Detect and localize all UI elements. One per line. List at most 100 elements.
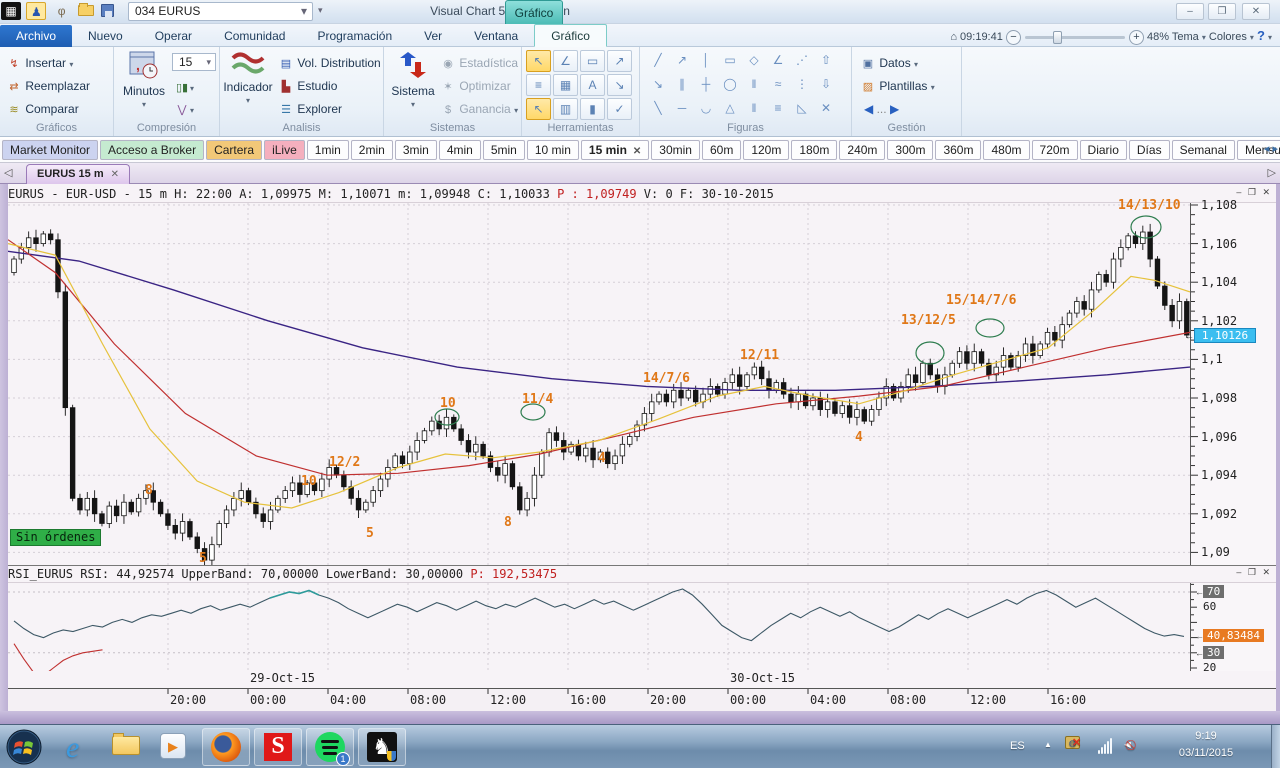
restore-button[interactable]: ❐ <box>1208 3 1236 20</box>
explorer-folder-icon[interactable] <box>112 736 144 768</box>
home-icon[interactable]: ⌂ <box>950 31 957 43</box>
filter-button[interactable]: ⋁▾ <box>174 99 194 119</box>
apply-tool-icon[interactable]: ✓ <box>607 98 632 120</box>
network-icon[interactable]: ◍✕ <box>1065 736 1081 749</box>
quick-access-customize-icon[interactable]: ▾ <box>318 5 323 16</box>
datos-button[interactable]: ▣ Datos ▾ <box>860 53 918 73</box>
timeframe-240m[interactable]: 240m <box>839 140 885 160</box>
date[interactable]: 03/11/2015 <box>1160 747 1252 759</box>
horizontal-line-tool-icon[interactable]: ─ <box>671 98 693 120</box>
line-tool-icon[interactable]: ╱ <box>647 50 669 72</box>
zoom-rect-tool-icon[interactable]: ▭ <box>580 50 605 72</box>
arrow-up-tool-icon[interactable]: ⇧ <box>815 50 837 72</box>
timeframe-180m[interactable]: 180m <box>791 140 837 160</box>
prev-page-icon[interactable]: ◀ <box>864 102 873 116</box>
chevron-down-icon[interactable]: ▾ <box>1202 33 1206 42</box>
timeframe-5min[interactable]: 5min <box>483 140 525 160</box>
zoom-out-button[interactable]: − <box>1006 30 1021 45</box>
sistema-button[interactable]: Sistema▾ <box>387 50 439 118</box>
parallel-vertical-tool-icon[interactable]: ‖ <box>743 74 765 96</box>
timeframe-diario[interactable]: Diario <box>1080 140 1127 160</box>
comparar-button[interactable]: ≋ Comparar <box>6 99 79 119</box>
measure-tool-icon[interactable]: ▦ <box>553 74 578 96</box>
timeframe-60m[interactable]: 60m <box>702 140 741 160</box>
ray-tool-icon[interactable]: ╲ <box>647 98 669 120</box>
ribbon-tab-programación[interactable]: Programación <box>301 25 408 48</box>
timeframe-cartera[interactable]: Cartera <box>206 140 262 160</box>
timeframe-3min[interactable]: 3min <box>395 140 437 160</box>
tab-scroll-left-icon[interactable]: ◁ <box>4 166 12 179</box>
crossed-segments-tool-icon[interactable]: ✕ <box>815 98 837 120</box>
text-tool-icon[interactable]: A <box>580 74 605 96</box>
timeframe-2min[interactable]: 2min <box>351 140 393 160</box>
percent-lines-tool-icon[interactable]: ⋮ <box>791 74 813 96</box>
zoom-in-button[interactable]: + <box>1129 30 1144 45</box>
ribbon-tab-gráfico[interactable]: Gráfico <box>534 24 607 47</box>
timeframe-720m[interactable]: 720m <box>1032 140 1078 160</box>
s-app-taskbar-button[interactable]: S <box>254 728 302 766</box>
signal-strength-icon[interactable] <box>1098 738 1113 754</box>
tab-scroll-right-icon[interactable]: ▷ <box>1268 166 1276 179</box>
insertar-button[interactable]: ↯ Insertar ▾ <box>6 53 73 73</box>
close-button[interactable]: ✕ <box>1242 3 1270 20</box>
panel-lines-tool-icon[interactable]: ≡ <box>526 74 551 96</box>
fan-arcs-tool-icon[interactable]: ≈ <box>767 74 789 96</box>
timeframe-ilive[interactable]: iLive <box>264 140 305 160</box>
trend-line-tool-icon[interactable]: ↗ <box>671 50 693 72</box>
hidden-icons-icon[interactable]: ▲ <box>1044 740 1052 749</box>
minutos-button[interactable]: , Minutos▾ <box>118 50 170 118</box>
rhombus-tool-icon[interactable]: ◇ <box>743 50 765 72</box>
timeframe-15-min[interactable]: 15 min✕ <box>581 140 649 160</box>
histogram-tool-icon[interactable]: ▥ <box>553 98 578 120</box>
volume-tool-icon[interactable]: ▮ <box>580 98 605 120</box>
close-timeframe-icon[interactable]: ✕ <box>633 146 641 157</box>
expand-tool-icon[interactable]: ↗ <box>607 50 632 72</box>
indicador-button[interactable]: Indicador▾ <box>222 50 274 118</box>
timeframe-30min[interactable]: 30min <box>651 140 700 160</box>
firefox-taskbar-button[interactable] <box>202 728 250 766</box>
ribbon-tab-operar[interactable]: Operar <box>139 25 208 48</box>
scroll-right-icon[interactable]: ▸ <box>1272 143 1278 155</box>
timeframe-10-min[interactable]: 10 min <box>527 140 579 160</box>
help-button[interactable]: ? <box>1257 28 1265 43</box>
show-desktop-button[interactable] <box>1271 725 1280 768</box>
rsi-pane-window-buttons[interactable]: ‒ ❐ ✕ <box>1236 567 1272 578</box>
timeframe-120m[interactable]: 120m <box>743 140 789 160</box>
context-tab-grafico[interactable]: Gráfico <box>505 0 563 24</box>
parallel-lines-tool-icon[interactable]: ∥ <box>671 74 693 96</box>
timeframe-4min[interactable]: 4min <box>439 140 481 160</box>
spotify-taskbar-button[interactable]: 1 <box>306 728 354 766</box>
price-chart[interactable] <box>8 203 1190 565</box>
media-player-icon[interactable]: ▶ <box>160 733 192 765</box>
bar-type-button[interactable]: ▯▮▾ <box>174 77 194 97</box>
document-selector[interactable]: 034 EURUS▾ <box>128 2 313 21</box>
key-icon[interactable]: φ <box>52 2 72 20</box>
timeframe-semanal[interactable]: Semanal <box>1172 140 1235 160</box>
volume-muted-icon[interactable]: ◄⃠ <box>1122 739 1133 751</box>
timeframe-market-monitor[interactable]: Market Monitor <box>2 140 98 160</box>
session-icon[interactable]: ♟ <box>26 2 46 20</box>
rsi-axis[interactable]: 70←6040,83484←30←20 <box>1190 583 1276 671</box>
plantillas-button[interactable]: ▨ Plantillas ▾ <box>860 76 935 96</box>
chevron-down-icon[interactable]: ▾ <box>1250 33 1254 42</box>
close-tab-icon[interactable]: ✕ <box>111 169 119 180</box>
start-button[interactable] <box>6 729 43 766</box>
timeframe-días[interactable]: Días <box>1129 140 1170 160</box>
pointer-tool-icon[interactable]: ↖ <box>526 50 551 72</box>
timeframe-acceso-a-broker[interactable]: Acceso a Broker <box>100 140 204 160</box>
ribbon-tab-comunidad[interactable]: Comunidad <box>208 25 301 48</box>
gann-fan-tool-icon[interactable]: ◺ <box>791 98 813 120</box>
rsi-chart[interactable] <box>8 583 1190 671</box>
ruler-tool-icon[interactable]: ∠ <box>553 50 578 72</box>
pointer-line-tool-icon[interactable]: ↖ <box>526 98 551 120</box>
ribbon-tab-ver[interactable]: Ver <box>408 25 458 48</box>
next-page-icon[interactable]: ▶ <box>890 102 899 116</box>
open-icon[interactable] <box>78 5 94 16</box>
visualchart-taskbar-button[interactable]: ♞ <box>358 728 406 766</box>
clock[interactable]: 9:19 <box>1160 730 1252 742</box>
chart-pane-window-buttons[interactable]: ‒ ❐ ✕ <box>1236 187 1272 198</box>
colores-menu[interactable]: Colores <box>1209 31 1247 43</box>
tema-menu[interactable]: Tema <box>1172 31 1199 43</box>
ribbon-tab-archivo[interactable]: Archivo <box>0 25 72 48</box>
arc-tool-icon[interactable]: ◡ <box>695 98 717 120</box>
